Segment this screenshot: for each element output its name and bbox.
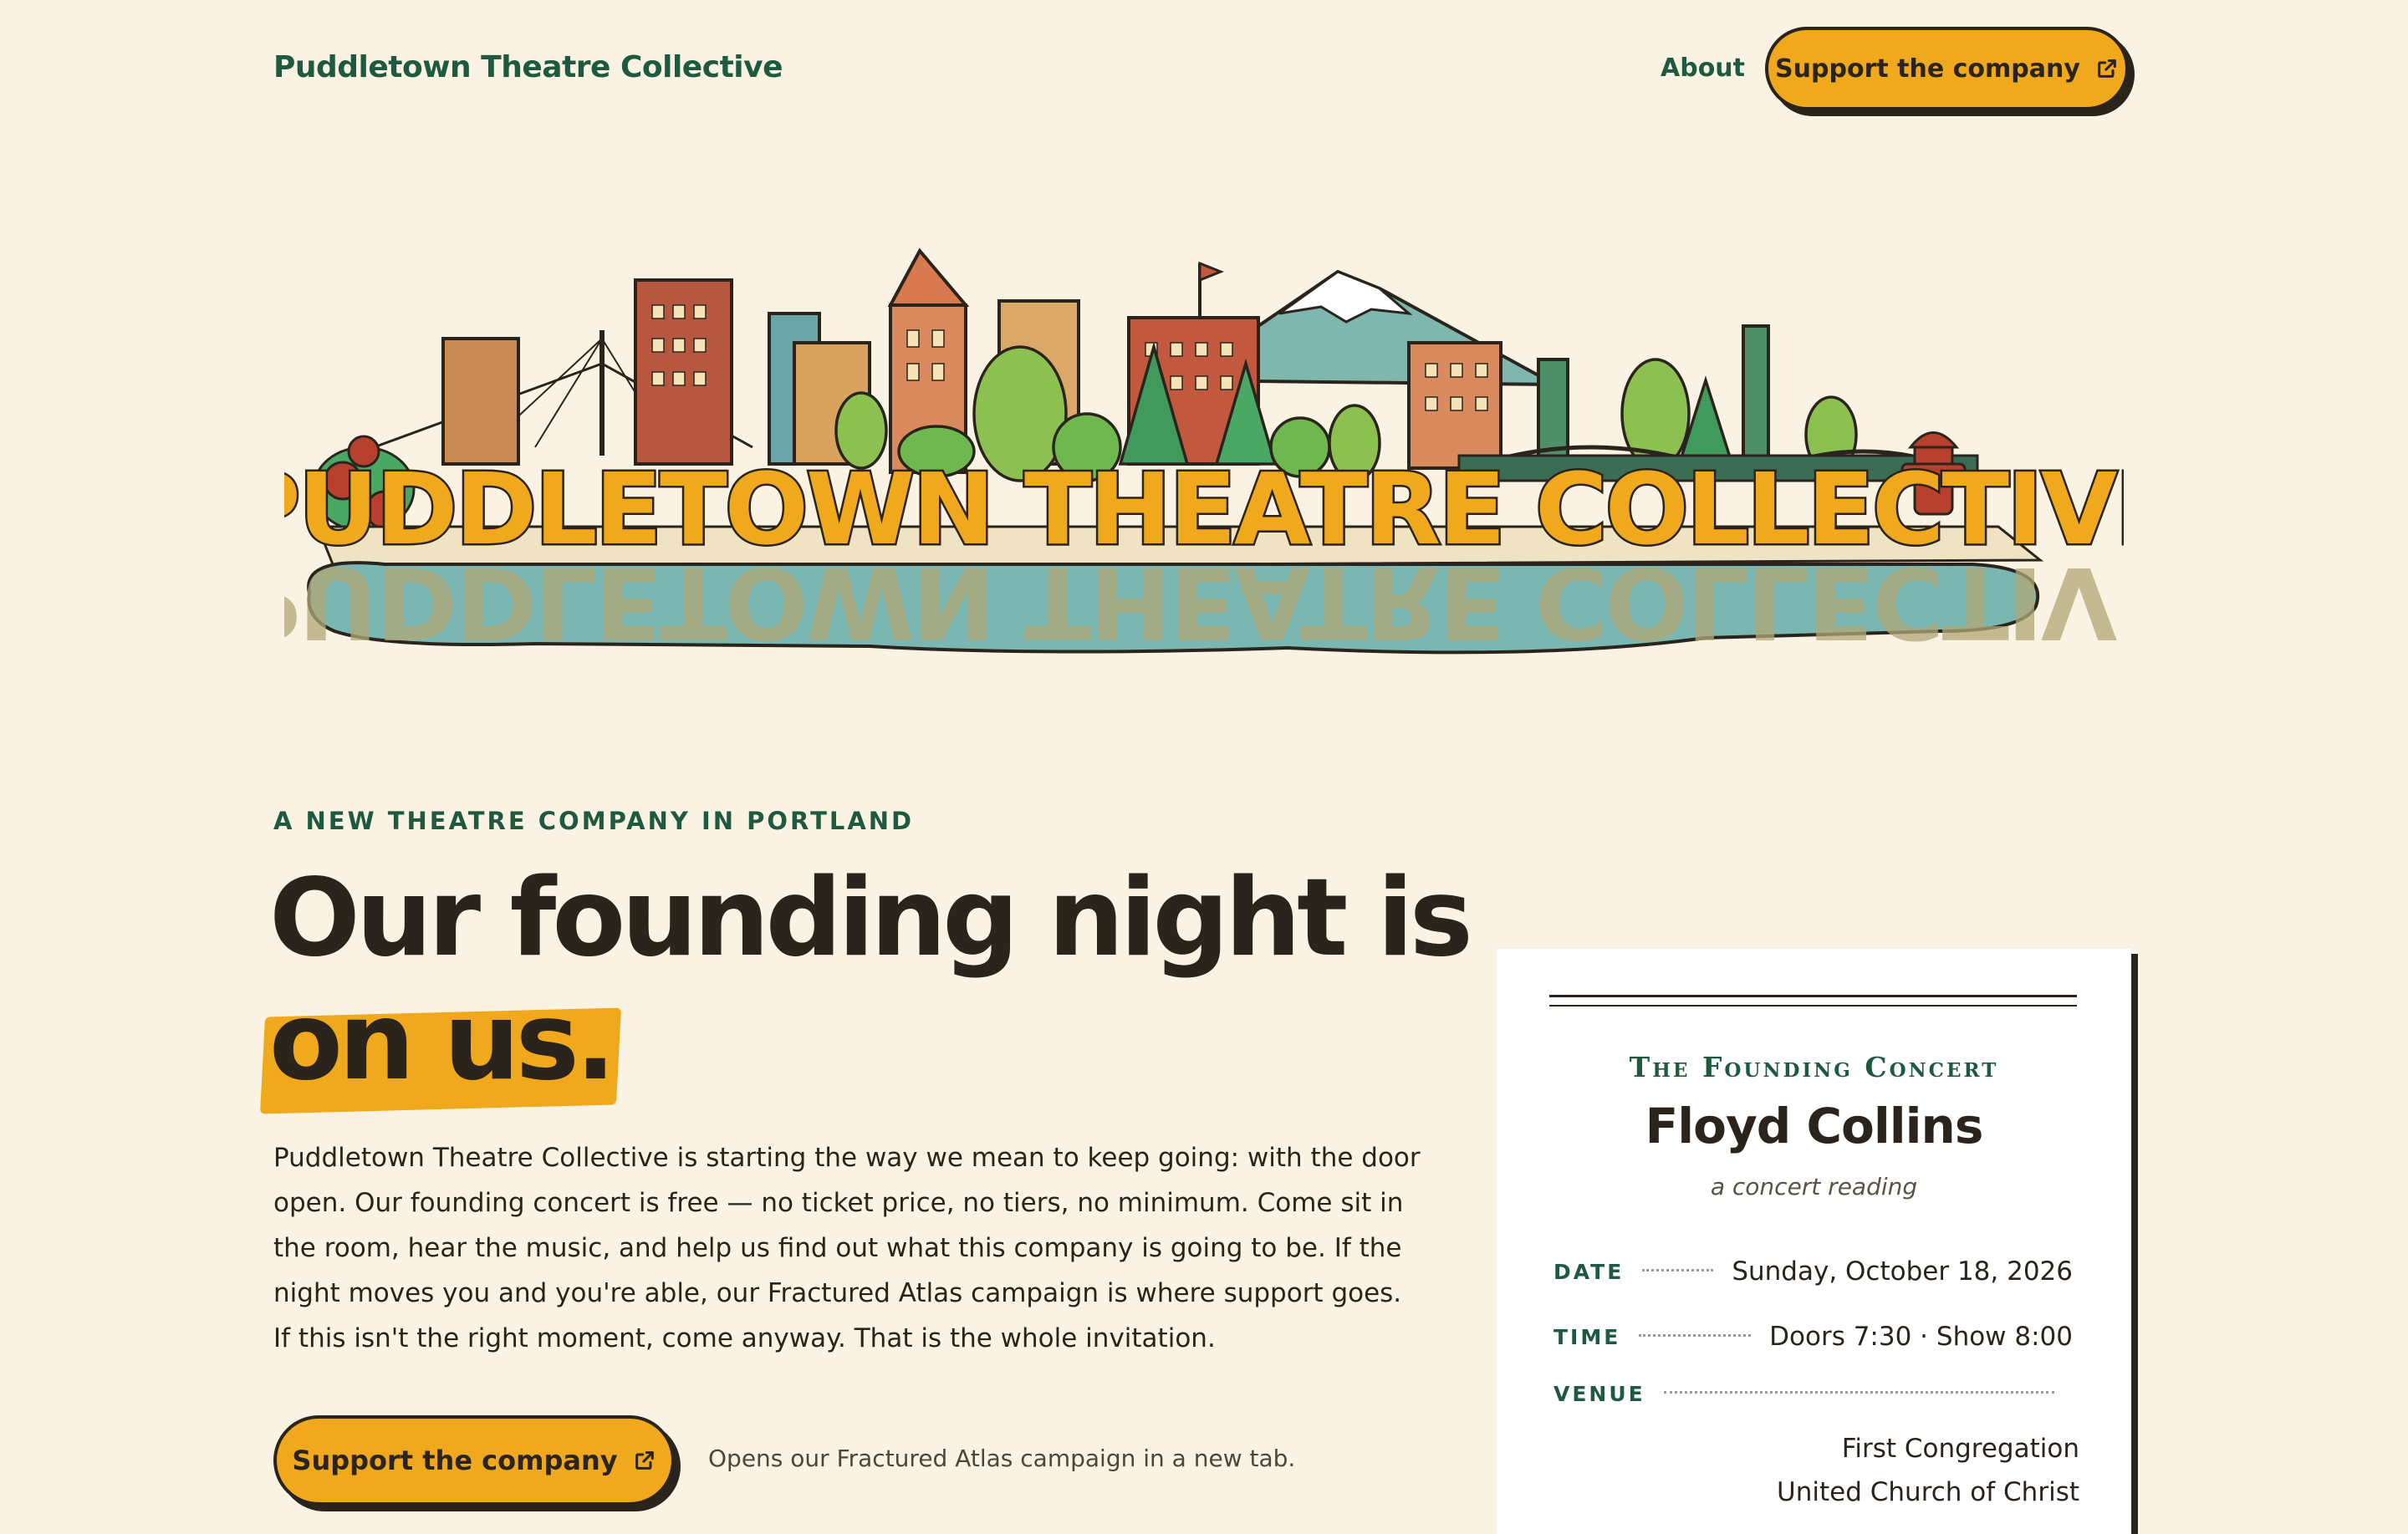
external-link-icon	[2098, 59, 2116, 78]
headline-line-1: Our founding night is	[269, 856, 1473, 981]
headline-highlight: on us.	[269, 980, 616, 1104]
venue-label: VENUE	[1553, 1382, 1645, 1406]
site-brand[interactable]: Puddletown Theatre Collective	[273, 50, 783, 84]
card-row-date: DATE Sunday, October 18, 2026	[1553, 1256, 2073, 1287]
external-link-icon	[635, 1451, 654, 1470]
card-row-venue: VENUE	[1553, 1382, 2073, 1406]
nav-about-link[interactable]: About	[1661, 54, 1745, 83]
card-row-time: TIME Doors 7:30 · Show 8:00	[1553, 1322, 2073, 1352]
hero-wordmark-reflection: PUDDLETOWN THEATRE COLLECTIVE	[284, 545, 2124, 660]
intro-paragraph: Puddletown Theatre Collective is startin…	[273, 1143, 1421, 1353]
intro-eyebrow: A NEW THEATRE COMPANY IN PORTLAND	[273, 807, 915, 835]
card-rule	[1549, 995, 2077, 1007]
card-kicker: The Founding Concert	[1629, 1051, 1999, 1083]
time-value: Doors 7:30 · Show 8:00	[1769, 1322, 2073, 1352]
time-leader	[1639, 1333, 1752, 1337]
date-label: DATE	[1553, 1259, 1625, 1284]
card-subtitle: a concert reading	[1710, 1173, 1918, 1200]
card-title: Floyd Collins	[1645, 1098, 1984, 1154]
venue-value: First Congregation United Church of Chri…	[1777, 1427, 2079, 1514]
event-card: The Founding Concert Floyd Collins a con…	[1497, 949, 2131, 1534]
header-support-label: Support the company	[1775, 54, 2080, 84]
cta-note: Opens our Fractured Atlas campaign in a …	[708, 1445, 1296, 1472]
time-label: TIME	[1553, 1324, 1621, 1349]
support-company-button[interactable]: Support the company	[273, 1415, 675, 1506]
venue-line-1: First Congregation	[1841, 1434, 2079, 1464]
support-company-label: Support the company	[292, 1445, 618, 1476]
header-support-button[interactable]: Support the company	[1765, 27, 2129, 110]
date-leader	[1642, 1268, 1714, 1272]
venue-leader	[1663, 1391, 2054, 1394]
page-headline: Our founding night is on us.	[269, 856, 1473, 1104]
venue-line-2: United Church of Christ	[1777, 1477, 2079, 1507]
date-value: Sunday, October 18, 2026	[1732, 1256, 2073, 1287]
hero-skyline-illustration: PUDDLETOWN THEATRE COLLECTIVE PUDDLETOWN…	[284, 247, 2124, 660]
